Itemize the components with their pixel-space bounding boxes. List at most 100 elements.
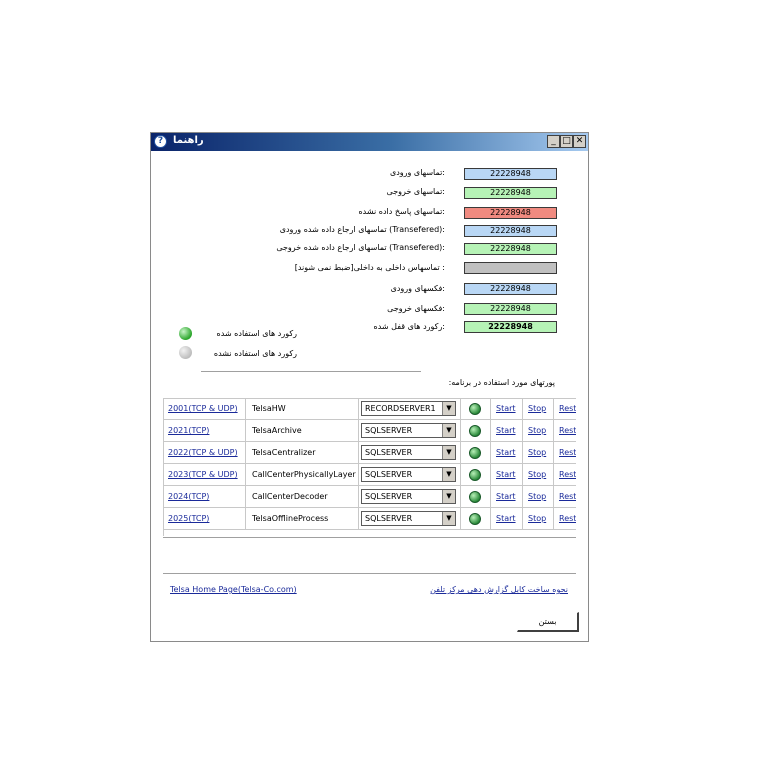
table-row: 2025(TCP) TelsaOfflineProcess SQLSERVER ▼… [163, 508, 576, 530]
globe-icon[interactable] [469, 425, 481, 437]
title-bar[interactable]: ? راهنما _ □ ✕ [151, 133, 588, 151]
stat-value: 22228948 [464, 321, 557, 333]
stat-value: 22228948 [464, 243, 557, 255]
server-select-value: SQLSERVER [365, 492, 413, 501]
table-row: 2022(TCP & UDP) TelsaCentralizer SQLSERV… [163, 442, 576, 464]
stat-label: :تماسهای پاسخ داده نشده [358, 207, 445, 216]
server-select-value: SQLSERVER [365, 470, 413, 479]
window-title: راهنما [173, 135, 204, 146]
restart-link[interactable]: Restart [559, 492, 576, 501]
start-cell: Start [491, 398, 523, 419]
divider [163, 573, 576, 574]
port-link[interactable]: 2024(TCP) [168, 492, 209, 501]
port-cell: 2021(TCP) [163, 420, 246, 441]
server-cell: SQLSERVER ▼ [359, 420, 461, 441]
stop-link[interactable]: Stop [528, 448, 546, 457]
port-link[interactable]: 2021(TCP) [168, 426, 209, 435]
stat-label: : تماسهاس داخلی به داخلی[ضبط نمی شوند] [294, 263, 445, 272]
stat-value: 22228948 [464, 303, 557, 315]
connect-cell [461, 486, 491, 507]
close-window-button[interactable]: ✕ [573, 135, 586, 148]
start-link[interactable]: Start [496, 404, 516, 413]
restart-link[interactable]: Restart [559, 514, 576, 523]
globe-icon[interactable] [469, 513, 481, 525]
start-link[interactable]: Start [496, 514, 516, 523]
stop-link[interactable]: Stop [528, 470, 546, 479]
globe-icon[interactable] [469, 469, 481, 481]
start-link[interactable]: Start [496, 492, 516, 501]
chevron-down-icon[interactable]: ▼ [442, 490, 455, 503]
restart-link[interactable]: Restart [559, 426, 576, 435]
stop-cell: Stop [523, 464, 554, 485]
used-records-label: رکورد های استفاده شده [216, 329, 297, 338]
port-link[interactable]: 2023(TCP & UDP) [168, 470, 238, 479]
stop-link[interactable]: Stop [528, 404, 546, 413]
server-select-value: SQLSERVER [365, 426, 413, 435]
server-select[interactable]: SQLSERVER ▼ [361, 423, 456, 438]
port-link[interactable]: 2022(TCP & UDP) [168, 448, 238, 457]
minimize-button[interactable]: _ [547, 135, 560, 148]
restart-cell: Restart [554, 420, 576, 441]
port-cell: 2022(TCP & UDP) [163, 442, 246, 463]
service-name: TelsaOfflineProcess [246, 508, 359, 529]
port-cell: 2024(TCP) [163, 486, 246, 507]
home-page-link[interactable]: Telsa Home Page(Telsa-Co.com) [170, 585, 297, 594]
stop-cell: Stop [523, 442, 554, 463]
server-select[interactable]: SQLSERVER ▼ [361, 467, 456, 482]
table-row: 2001(TCP & UDP) TelsaHW RECORDSERVER1 ▼ S… [163, 398, 576, 420]
port-link[interactable]: 2025(TCP) [168, 514, 209, 523]
server-select[interactable]: RECORDSERVER1 ▼ [361, 401, 456, 416]
stat-label: :تماسهای خروجی [386, 187, 445, 196]
start-cell: Start [491, 420, 523, 441]
cable-guide-link[interactable]: نحوه ساخت کابل گزارش دهی مرکز تلفن [430, 585, 568, 594]
start-cell: Start [491, 464, 523, 485]
help-icon: ? [154, 135, 167, 148]
connect-cell [461, 508, 491, 529]
chevron-down-icon[interactable]: ▼ [442, 512, 455, 525]
globe-icon[interactable] [469, 447, 481, 459]
start-cell: Start [491, 442, 523, 463]
stat-value: 22228948 [464, 207, 557, 219]
close-button[interactable]: بستن [517, 612, 579, 632]
start-link[interactable]: Start [496, 426, 516, 435]
used-records-icon [179, 327, 192, 340]
start-link[interactable]: Start [496, 448, 516, 457]
connect-cell [461, 420, 491, 441]
divider [201, 371, 421, 372]
server-select[interactable]: SQLSERVER ▼ [361, 511, 456, 526]
chevron-down-icon[interactable]: ▼ [442, 446, 455, 459]
restart-link[interactable]: Restart [559, 470, 576, 479]
stat-label: :(Transefered) تماسهای ارجاع داده شده ور… [279, 225, 445, 234]
unused-records-icon [179, 346, 192, 359]
stat-label: :(Transefered) تماسهای ارجاع داده شده خر… [276, 243, 445, 252]
restart-link[interactable]: Restart [559, 448, 576, 457]
service-name: TelsaCentralizer [246, 442, 359, 463]
stop-link[interactable]: Stop [528, 492, 546, 501]
table-row: 2023(TCP & UDP) CallCenterPhysicallyLaye… [163, 464, 576, 486]
chevron-down-icon[interactable]: ▼ [442, 468, 455, 481]
server-cell: SQLSERVER ▼ [359, 508, 461, 529]
chevron-down-icon[interactable]: ▼ [442, 424, 455, 437]
stop-link[interactable]: Stop [528, 514, 546, 523]
restart-cell: Restart [554, 508, 576, 529]
server-select-value: RECORDSERVER1 [365, 404, 436, 413]
start-cell: Start [491, 486, 523, 507]
globe-icon[interactable] [469, 491, 481, 503]
divider [163, 537, 576, 538]
restart-cell: Restart [554, 486, 576, 507]
globe-icon[interactable] [469, 403, 481, 415]
help-window: ? راهنما _ □ ✕ :تماسهای ورودی 22228948 :… [150, 132, 589, 642]
port-link[interactable]: 2001(TCP & UDP) [168, 404, 238, 413]
port-cell: 2023(TCP & UDP) [163, 464, 246, 485]
service-name: CallCenterPhysicallyLayer [246, 464, 359, 485]
stop-link[interactable]: Stop [528, 426, 546, 435]
server-select[interactable]: SQLSERVER ▼ [361, 489, 456, 504]
start-link[interactable]: Start [496, 470, 516, 479]
connect-cell [461, 442, 491, 463]
server-cell: SQLSERVER ▼ [359, 486, 461, 507]
maximize-button[interactable]: □ [560, 135, 573, 148]
restart-link[interactable]: Restart [559, 404, 576, 413]
table-row: 2021(TCP) TelsaArchive SQLSERVER ▼ Start … [163, 420, 576, 442]
server-select[interactable]: SQLSERVER ▼ [361, 445, 456, 460]
chevron-down-icon[interactable]: ▼ [442, 402, 455, 415]
